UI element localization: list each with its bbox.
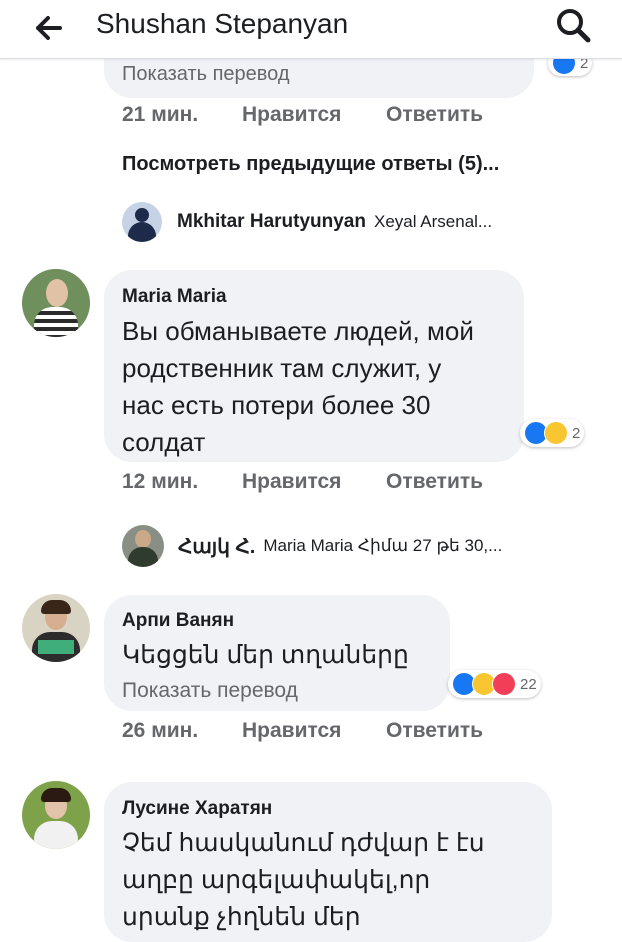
comment-line: нас есть потери более 30	[122, 390, 431, 420]
comment-actions: 26 мин. Нравится Ответить	[122, 717, 522, 745]
reply-text: Xeyal Arsenal...	[373, 212, 493, 231]
reply-text: Maria Maria Հիմա 27 թե 30,...	[263, 536, 503, 555]
avatar-hair-icon	[41, 788, 71, 802]
avatar-body-icon	[128, 222, 156, 242]
reply-author: Mkhitar Harutyunyan	[177, 211, 366, 232]
like-button[interactable]: Нравится	[242, 717, 341, 745]
avatar-shirt-icon	[34, 307, 78, 337]
comment-line: Вы обманываете людей, мой	[122, 316, 474, 346]
reply-preview[interactable]: Mkhitar Harutyunyan Xeyal Arsenal...	[122, 201, 492, 243]
avatar[interactable]	[22, 594, 90, 662]
comment-author[interactable]: Арпи Ванян	[122, 608, 234, 634]
haha-reaction-icon	[544, 421, 568, 445]
comment-line: աղբը արգելափակել,որ	[122, 866, 431, 894]
like-button[interactable]: Нравится	[242, 101, 341, 129]
timestamp: 12 мин.	[122, 470, 199, 493]
back-arrow-icon[interactable]	[28, 10, 68, 46]
comment-text: Կեցցեն մեր տղաները	[122, 641, 409, 669]
top-bar: Shushan Stepanyan	[0, 0, 622, 59]
avatar	[122, 202, 162, 242]
comment-text: Вы обманываете людей, мой родственник та…	[122, 313, 522, 461]
reaction-summary[interactable]: 2	[520, 419, 585, 447]
avatar-head-icon	[135, 530, 151, 548]
view-previous-replies[interactable]: Посмотреть предыдущие ответы (5)...	[122, 150, 499, 178]
avatar[interactable]	[22, 269, 90, 337]
avatar-hair-icon	[41, 600, 71, 614]
timestamp: 21 мин.	[122, 103, 199, 126]
translate-link[interactable]: Показать перевод	[122, 677, 298, 705]
avatar	[122, 525, 164, 567]
comment-actions: 12 мин. Нравится Ответить	[122, 468, 522, 496]
comment-line: солдат	[122, 427, 206, 457]
reply-button[interactable]: Ответить	[386, 101, 483, 129]
comment-text: Չեմ հասկանում դժվար է էս աղբը արգելափակե…	[122, 825, 542, 936]
reaction-summary[interactable]: 22	[448, 670, 541, 698]
translate-link[interactable]: Показать перевод	[122, 60, 290, 88]
avatar[interactable]	[22, 781, 90, 849]
avatar-head-icon	[135, 208, 149, 222]
reply-preview[interactable]: Հայկ Հ. Maria Maria Հիմա 27 թե 30,...	[122, 524, 502, 568]
avatar-book-icon	[38, 640, 74, 654]
timestamp: 26 мин.	[122, 719, 199, 742]
reply-author: Հայկ Հ.	[178, 535, 256, 558]
avatar-shirt-icon	[34, 821, 78, 849]
comment-line: սրանք չհղնեն մեր	[122, 903, 361, 931]
comment-author[interactable]: Лусине Харатян	[122, 796, 272, 822]
reply-button[interactable]: Ответить	[386, 468, 483, 496]
reply-button[interactable]: Ответить	[386, 717, 483, 745]
comment-line: Չեմ հասկանում դժվար է էս	[122, 829, 485, 857]
avatar-body-icon	[128, 547, 158, 567]
comment-author[interactable]: Maria Maria	[122, 284, 227, 310]
comment-actions: 21 мин. Нравится Ответить	[122, 101, 522, 129]
like-button[interactable]: Нравится	[242, 468, 341, 496]
avatar-face-icon	[46, 279, 68, 307]
comment-line: родственник там служит, у	[122, 353, 442, 383]
search-icon[interactable]	[550, 4, 598, 44]
page-title: Shushan Stepanyan	[96, 8, 349, 39]
love-reaction-icon	[492, 672, 516, 696]
